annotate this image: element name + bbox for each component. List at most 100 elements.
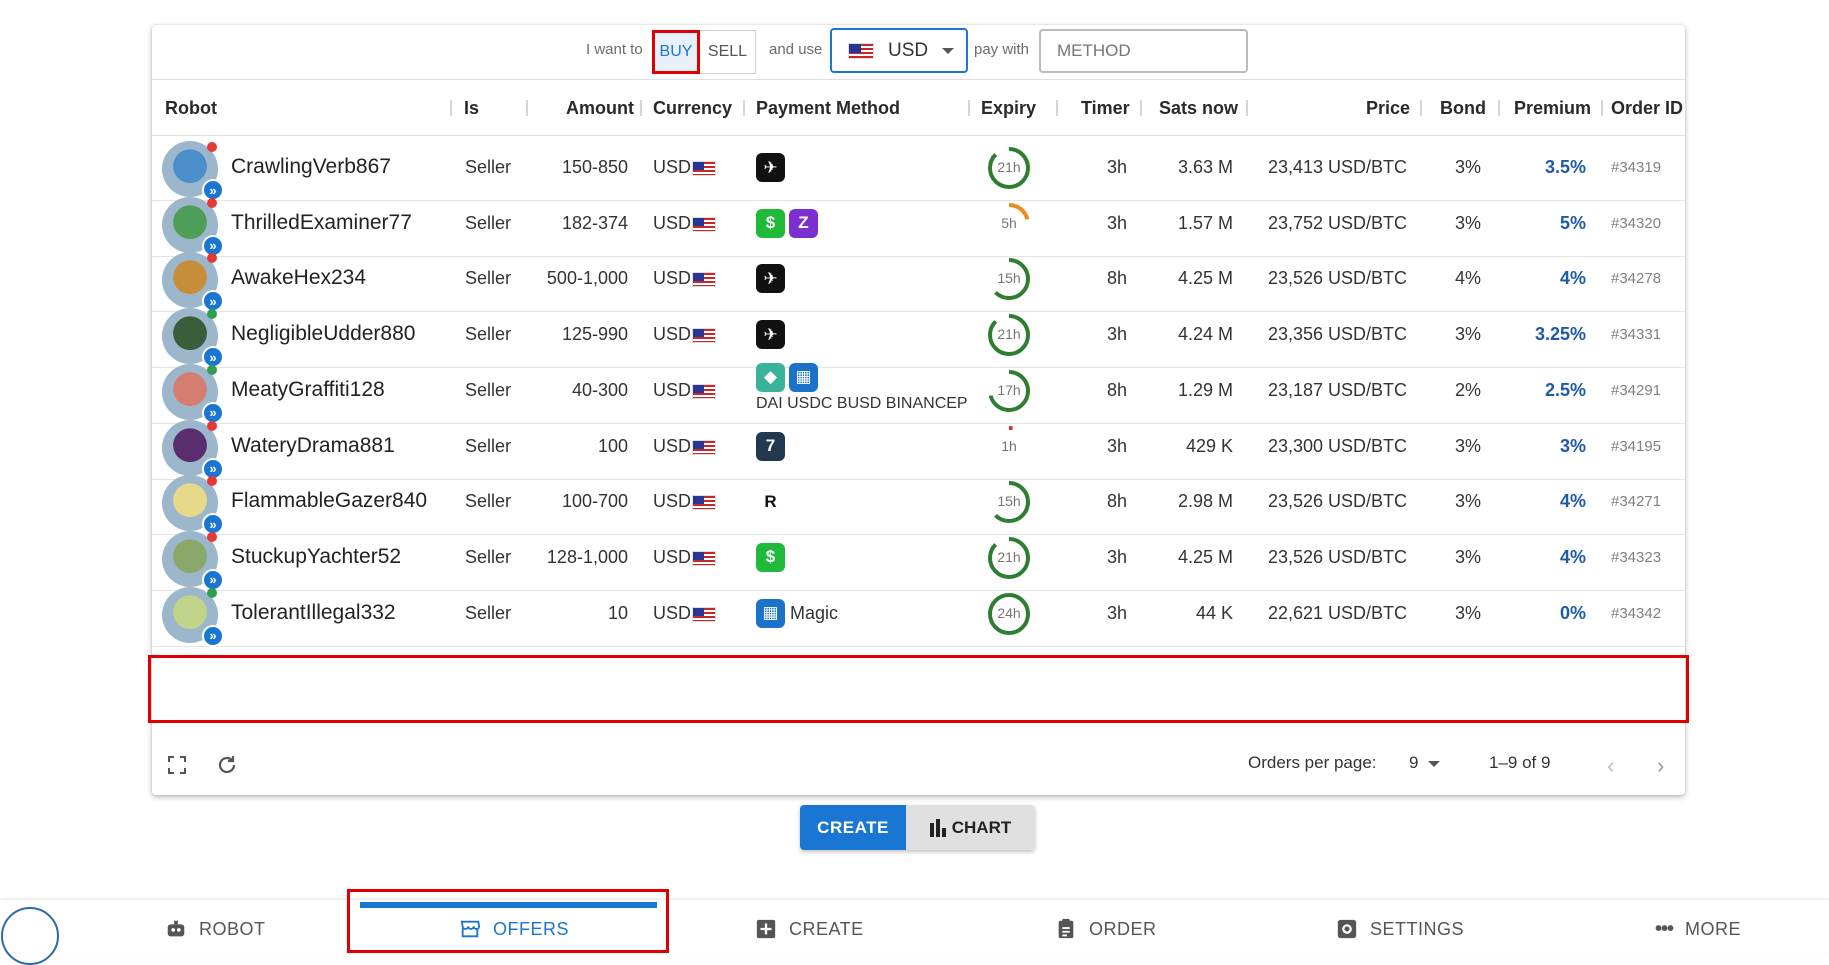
column-separator[interactable]	[640, 100, 642, 116]
add-box-icon	[756, 919, 776, 939]
order-id: #34271	[1611, 493, 1662, 511]
status-dot	[207, 142, 217, 152]
robot-name: TolerantIllegal332	[231, 600, 396, 624]
expiry-label: 5h	[1001, 214, 1017, 231]
order-type: Seller	[465, 268, 512, 289]
column-separator[interactable]	[1246, 100, 1248, 116]
column-separator[interactable]	[1420, 100, 1422, 116]
avatar[interactable]: »	[162, 363, 224, 424]
timer: 3h	[1106, 212, 1127, 233]
order-type: Seller	[465, 157, 512, 177]
robot-name: ThrilledExaminer77	[231, 210, 412, 234]
chart-button[interactable]: CHART	[906, 805, 1035, 850]
amount: 125-990	[561, 324, 628, 345]
col-expiry[interactable]: Expiry	[981, 98, 1036, 119]
zelle-icon: Z	[789, 208, 818, 238]
expiry-label: 15h	[997, 270, 1021, 287]
offers-tab-highlight	[347, 889, 669, 953]
col-premium[interactable]: Premium	[1514, 98, 1591, 119]
avatar[interactable]: »	[162, 196, 224, 257]
sats-now: 4.25 M	[1177, 546, 1233, 567]
currency: USD	[653, 435, 692, 456]
sats-now: 2.98 M	[1177, 491, 1233, 512]
us-flag-icon	[692, 606, 716, 622]
us-flag-icon	[692, 383, 716, 399]
nav-create[interactable]: CREATE	[755, 918, 864, 940]
mobile-payment-icon: ✈	[756, 320, 785, 350]
premium: 4%	[1559, 546, 1586, 567]
robot-name: WateryDrama881	[231, 433, 395, 457]
avatar[interactable]: »	[162, 419, 224, 480]
bond: 3%	[1454, 546, 1481, 567]
column-separator[interactable]	[968, 100, 970, 116]
avatar[interactable]: »	[162, 475, 224, 536]
expiry-label: 17h	[997, 381, 1021, 398]
sell-toggle[interactable]: SELL	[700, 30, 756, 74]
col-sats-now[interactable]: Sats now	[1159, 98, 1238, 119]
table-row[interactable]: » TolerantIllegal332 Seller 10 USD ▦ Magic 24h 3…	[152, 582, 1685, 647]
sats-now: 3.63 M	[1177, 157, 1233, 177]
column-separator[interactable]	[743, 100, 745, 116]
us-flag-icon	[848, 42, 874, 59]
column-separator[interactable]	[1140, 100, 1142, 116]
col-robot[interactable]: Robot	[165, 98, 217, 119]
expiry-label: 21h	[997, 326, 1021, 343]
chevron-left-icon[interactable]: ‹	[1607, 753, 1614, 779]
column-separator[interactable]	[1498, 100, 1500, 116]
status-dot	[207, 531, 217, 542]
nav-more[interactable]: ••• MORE	[1655, 918, 1741, 941]
order-book-card: I want to BUY SELL and use USD pay with …	[148, 25, 1689, 795]
col-is[interactable]: Is	[464, 98, 479, 119]
avatar[interactable]: »	[162, 308, 224, 369]
order-type: Seller	[465, 602, 512, 623]
price: 23,752 USD/BTC	[1267, 212, 1407, 233]
timer: 3h	[1106, 602, 1127, 623]
fullscreen-icon[interactable]	[166, 754, 188, 776]
avatar[interactable]: »	[162, 530, 224, 591]
orders-per-page-select[interactable]: 9	[1409, 753, 1418, 773]
selected-row-highlight	[148, 655, 1689, 723]
currency-select[interactable]: USD	[830, 28, 968, 73]
expiry-label: 1h	[1001, 437, 1017, 454]
bond: 3%	[1454, 491, 1481, 512]
col-timer[interactable]: Timer	[1081, 98, 1130, 119]
col-payment-method[interactable]: Payment Method	[756, 98, 900, 119]
premium: 4%	[1559, 491, 1586, 512]
payment-method-text: Magic	[790, 602, 839, 623]
chevron-down-icon[interactable]	[1428, 761, 1440, 767]
order-type: Seller	[465, 379, 512, 400]
col-price[interactable]: Price	[1366, 98, 1410, 119]
sats-now: 4.24 M	[1177, 324, 1233, 345]
nav-robot[interactable]: ROBOT	[165, 918, 266, 940]
orders-per-page-label: Orders per page:	[1248, 753, 1377, 772]
mobile-payment-icon: ✈	[756, 264, 785, 294]
column-separator[interactable]	[1601, 100, 1603, 116]
column-separator[interactable]	[526, 100, 528, 116]
sats-now: 429 K	[1185, 435, 1233, 456]
col-currency[interactable]: Currency	[653, 98, 732, 119]
currency: USD	[653, 157, 692, 177]
payment-method-input[interactable]	[1039, 29, 1248, 73]
avatar[interactable]: »	[162, 252, 224, 313]
avatar[interactable]: »	[162, 141, 224, 201]
column-separator[interactable]	[450, 100, 452, 116]
create-button[interactable]: CREATE	[800, 805, 906, 850]
column-separator[interactable]	[1056, 100, 1058, 116]
cash-app-icon: $	[756, 208, 785, 238]
order-type: Seller	[465, 212, 512, 233]
bond: 3%	[1454, 324, 1481, 345]
sats-now: 1.57 M	[1177, 212, 1233, 233]
robosats-logo[interactable]	[1, 907, 59, 965]
avatar[interactable]: »	[162, 586, 224, 647]
nav-settings[interactable]: SETTINGS	[1336, 918, 1464, 940]
clipboard-icon	[1058, 918, 1074, 939]
chevron-right-icon[interactable]: ›	[1657, 753, 1664, 779]
order-id: #34291	[1611, 381, 1662, 399]
mobile-payment-icon: ✈	[756, 153, 785, 182]
col-amount[interactable]: Amount	[566, 98, 634, 119]
col-order-id[interactable]: Order ID	[1611, 98, 1683, 119]
buy-toggle[interactable]: BUY	[652, 30, 700, 74]
nav-order[interactable]: ORDER	[1055, 918, 1157, 940]
refresh-icon[interactable]	[215, 753, 239, 777]
col-bond[interactable]: Bond	[1440, 98, 1486, 119]
